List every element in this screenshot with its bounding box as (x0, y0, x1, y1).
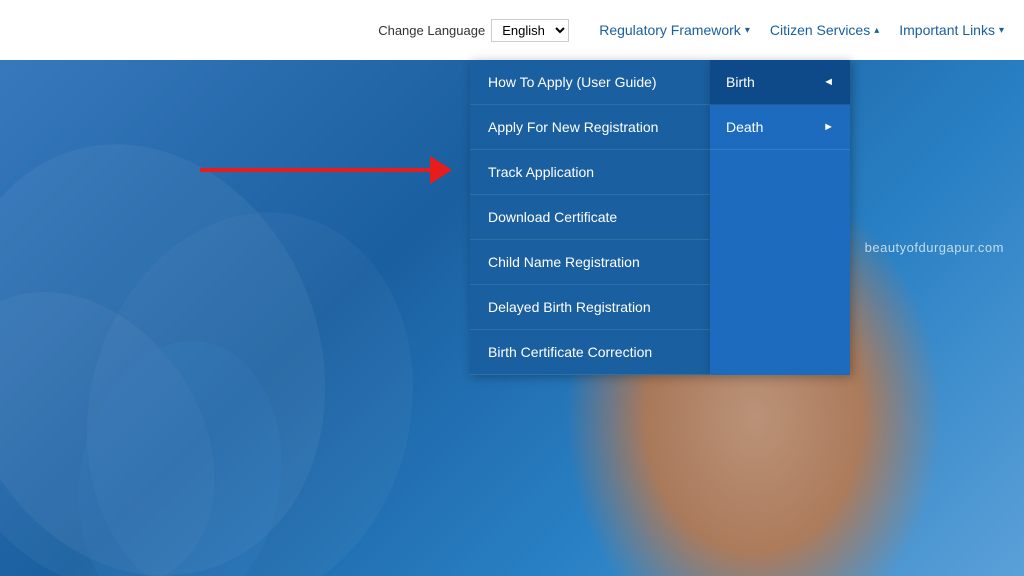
important-label: Important Links (899, 22, 995, 38)
change-language-label: Change Language (378, 23, 485, 38)
arrow-head (430, 156, 452, 184)
arrow-line (200, 168, 430, 172)
language-select[interactable]: English Bengali Hindi (491, 19, 569, 42)
dropdown-container: How To Apply (User Guide) Apply For New … (470, 60, 850, 375)
hands-decoration (0, 60, 480, 576)
main-menu: How To Apply (User Guide) Apply For New … (470, 60, 710, 375)
nav-links: Regulatory Framework ▾ Citizen Services … (599, 22, 1004, 38)
menu-item-track-app[interactable]: Track Application (470, 150, 710, 195)
menu-item-how-to-apply[interactable]: How To Apply (User Guide) (470, 60, 710, 105)
menu-item-cert-correction[interactable]: Birth Certificate Correction (470, 330, 710, 375)
nav-citizen[interactable]: Citizen Services ▴ (770, 22, 879, 38)
header: Change Language English Bengali Hindi Re… (0, 0, 1024, 60)
sub-menu-item-birth[interactable]: Birth ◄ (710, 60, 850, 105)
sub-menu-item-death[interactable]: Death ► (710, 105, 850, 150)
important-chevron: ▾ (999, 25, 1004, 36)
nav-important[interactable]: Important Links ▾ (899, 22, 1004, 38)
menu-item-child-name[interactable]: Child Name Registration (470, 240, 710, 285)
death-label: Death (726, 119, 763, 135)
language-section: Change Language English Bengali Hindi (378, 19, 569, 42)
regulatory-chevron: ▾ (745, 25, 750, 36)
regulatory-label: Regulatory Framework (599, 22, 741, 38)
red-arrow (200, 168, 430, 172)
birth-label: Birth (726, 74, 755, 90)
nav-regulatory[interactable]: Regulatory Framework ▾ (599, 22, 750, 38)
birth-chevron: ◄ (823, 76, 834, 88)
sub-menu: Birth ◄ Death ► (710, 60, 850, 375)
watermark: beautyofdurgapur.com (865, 240, 1004, 255)
citizen-label: Citizen Services (770, 22, 870, 38)
menu-item-delayed-birth[interactable]: Delayed Birth Registration (470, 285, 710, 330)
citizen-chevron: ▴ (874, 25, 879, 36)
menu-item-download-cert[interactable]: Download Certificate (470, 195, 710, 240)
menu-item-apply-new[interactable]: Apply For New Registration (470, 105, 710, 150)
death-chevron: ► (823, 121, 834, 133)
